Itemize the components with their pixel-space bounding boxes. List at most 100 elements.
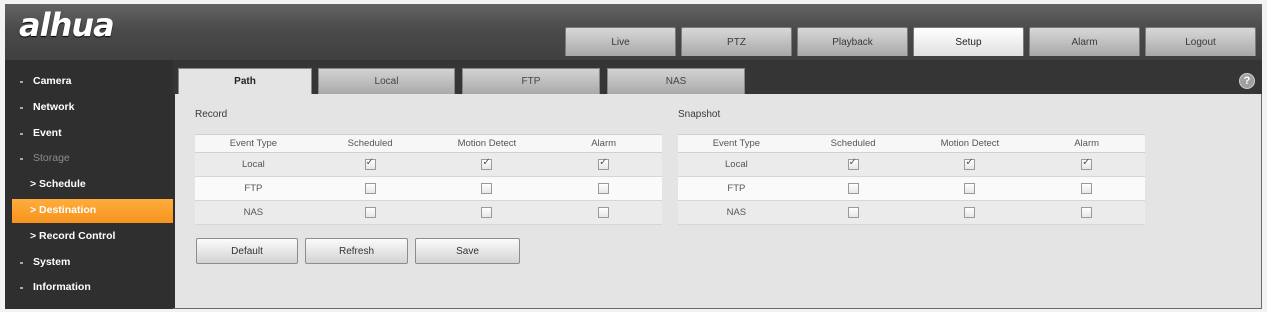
column-header-scheduled: Scheduled	[311, 134, 429, 153]
snapshot-section-title: Snapshot	[678, 109, 721, 120]
sidebar: Camera Network Event Storage > Schedule …	[5, 60, 173, 309]
motion-detect-cell	[428, 152, 546, 177]
bullet-icon	[20, 106, 23, 109]
nav-tab-setup[interactable]: Setup	[913, 27, 1024, 56]
event-type-cell: FTP	[678, 176, 795, 201]
alarm-cell	[545, 152, 662, 177]
scheduled-checkbox[interactable]	[364, 206, 376, 218]
motion-detect-cell	[428, 200, 546, 225]
scheduled-cell	[794, 152, 912, 177]
event-type-cell: NAS	[678, 200, 795, 225]
motion-detect-checkbox[interactable]	[481, 182, 493, 194]
tab-nas[interactable]: NAS	[607, 68, 745, 94]
bullet-icon	[20, 132, 23, 135]
sidebar-item-label: > Record Control	[30, 229, 116, 242]
column-header-alarm: Alarm	[545, 134, 662, 153]
sidebar-item-storage[interactable]: Storage	[5, 146, 173, 172]
sidebar-item-label: Information	[33, 281, 91, 294]
record-section-title: Record	[195, 109, 228, 120]
scheduled-cell	[311, 200, 429, 225]
sidebar-item-system[interactable]: System	[5, 250, 173, 276]
motion-detect-cell	[911, 176, 1029, 201]
column-header-alarm: Alarm	[1028, 134, 1145, 153]
sidebar-item-label: > Destination	[30, 203, 97, 216]
alarm-checkbox[interactable]	[1081, 182, 1093, 194]
sidebar-item-label: Storage	[33, 152, 70, 165]
alarm-checkbox[interactable]	[1081, 206, 1093, 218]
nav-tab-live[interactable]: Live	[565, 27, 676, 56]
event-type-cell: FTP	[195, 176, 312, 201]
default-button[interactable]: Default	[196, 238, 298, 264]
snapshot-table: Event Type Scheduled Motion Detect Alarm…	[678, 134, 1145, 225]
sidebar-item-label: Event	[33, 126, 62, 139]
sidebar-item-label: > Schedule	[30, 178, 86, 191]
main-nav: Live PTZ Playback Setup Alarm Logout	[565, 27, 1256, 56]
nav-tab-logout[interactable]: Logout	[1145, 27, 1256, 56]
sidebar-item-network[interactable]: Network	[5, 95, 173, 121]
alarm-cell	[1028, 200, 1145, 225]
motion-detect-cell	[911, 200, 1029, 225]
table-header-row: Event Type Scheduled Motion Detect Alarm	[678, 134, 1145, 153]
tab-ftp[interactable]: FTP	[462, 68, 600, 94]
nav-tab-playback[interactable]: Playback	[797, 27, 908, 56]
column-header-event-type: Event Type	[678, 134, 795, 153]
alarm-checkbox[interactable]	[598, 206, 610, 218]
help-icon[interactable]: ?	[1239, 73, 1255, 89]
motion-detect-checkbox[interactable]	[964, 206, 976, 218]
sidebar-item-label: System	[33, 255, 71, 268]
table-row: NAS	[678, 200, 1145, 225]
sidebar-item-destination[interactable]: > Destination	[5, 198, 173, 224]
alarm-cell	[1028, 152, 1145, 177]
event-type-cell: Local	[195, 152, 312, 177]
sidebar-item-event[interactable]: Event	[5, 121, 173, 147]
motion-detect-cell	[911, 152, 1029, 177]
scheduled-checkbox[interactable]	[364, 182, 376, 194]
column-header-motion-detect: Motion Detect	[911, 134, 1029, 153]
table-row: FTP	[195, 176, 662, 201]
column-header-event-type: Event Type	[195, 134, 312, 153]
nav-tab-alarm[interactable]: Alarm	[1029, 27, 1140, 56]
tab-local[interactable]: Local	[318, 68, 455, 94]
alarm-checkbox[interactable]	[598, 157, 610, 170]
scheduled-checkbox[interactable]	[847, 157, 859, 170]
alarm-checkbox[interactable]	[1081, 157, 1093, 170]
table-row: NAS	[195, 200, 662, 225]
bullet-icon	[20, 261, 23, 264]
motion-detect-checkbox[interactable]	[481, 157, 493, 170]
table-row: Local	[678, 152, 1145, 177]
alarm-cell	[545, 176, 662, 201]
sidebar-item-record-control[interactable]: > Record Control	[5, 224, 173, 250]
motion-detect-checkbox[interactable]	[481, 206, 493, 218]
scheduled-cell	[794, 200, 912, 225]
sidebar-item-schedule[interactable]: > Schedule	[5, 172, 173, 198]
event-type-cell: Local	[678, 152, 795, 177]
bullet-icon	[20, 81, 23, 83]
dahua-logo: alhua	[19, 6, 115, 44]
column-header-scheduled: Scheduled	[794, 134, 912, 153]
scheduled-checkbox[interactable]	[364, 157, 376, 170]
alarm-checkbox[interactable]	[598, 182, 610, 194]
column-header-motion-detect: Motion Detect	[428, 134, 546, 153]
scheduled-cell	[311, 176, 429, 201]
motion-detect-checkbox[interactable]	[964, 182, 976, 194]
alarm-cell	[1028, 176, 1145, 201]
bullet-icon	[20, 287, 23, 290]
sidebar-item-label: Camera	[33, 75, 72, 87]
motion-detect-cell	[428, 176, 546, 201]
table-header-row: Event Type Scheduled Motion Detect Alarm	[195, 134, 662, 153]
sidebar-item-information[interactable]: Information	[5, 275, 173, 301]
table-row: FTP	[678, 176, 1145, 201]
alarm-cell	[545, 200, 662, 225]
nav-tab-ptz[interactable]: PTZ	[681, 27, 792, 56]
save-button[interactable]: Save	[415, 238, 520, 264]
scheduled-cell	[311, 152, 429, 177]
motion-detect-checkbox[interactable]	[964, 157, 976, 170]
bullet-icon	[20, 158, 23, 161]
sidebar-item-camera[interactable]: Camera	[5, 69, 173, 95]
scheduled-checkbox[interactable]	[847, 182, 859, 194]
table-row: Local	[195, 152, 662, 177]
event-type-cell: NAS	[195, 200, 312, 225]
scheduled-checkbox[interactable]	[847, 206, 859, 218]
refresh-button[interactable]: Refresh	[305, 238, 408, 264]
tab-path[interactable]: Path	[178, 68, 312, 94]
